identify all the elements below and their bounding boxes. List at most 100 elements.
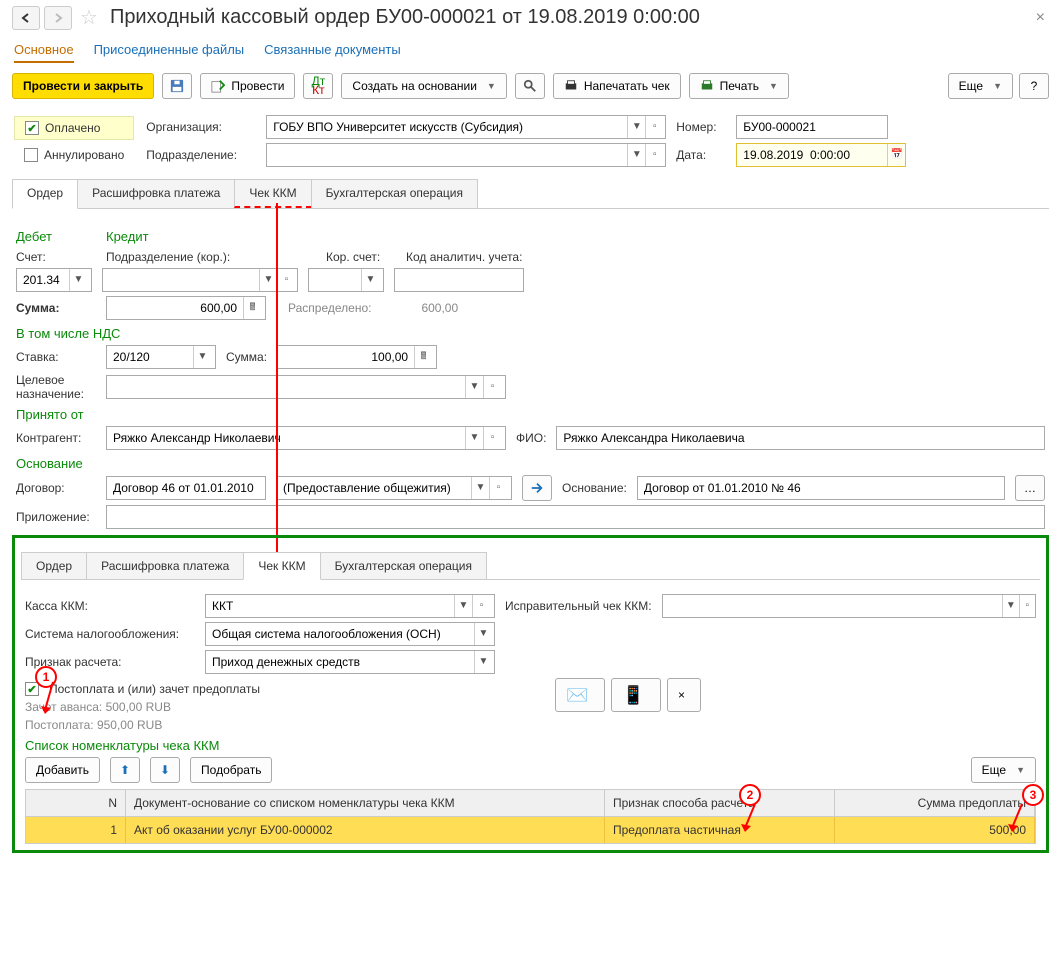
fio-field[interactable] bbox=[556, 426, 1045, 450]
print-check-button[interactable]: Напечатать чек bbox=[553, 73, 681, 99]
up-button[interactable]: ⬆ bbox=[110, 757, 140, 783]
coracct-label: Кор. счет: bbox=[326, 250, 396, 264]
tax-label: Система налогообложения: bbox=[25, 627, 195, 641]
more-button[interactable]: Еще▼ bbox=[948, 73, 1013, 99]
corr-label: Исправительный чек ККМ: bbox=[505, 599, 652, 613]
distrib-label: Распределено: bbox=[288, 301, 371, 315]
corr-field[interactable]: ▼▫ bbox=[662, 594, 1036, 618]
anal-label: Код аналитич. учета: bbox=[406, 250, 522, 264]
cordept-label: Подразделение (кор.): bbox=[106, 250, 276, 264]
table-more-button[interactable]: Еще▼ bbox=[971, 757, 1036, 783]
tab-related[interactable]: Связанные документы bbox=[264, 42, 401, 63]
kkm-frame: Ордер Расшифровка платежа Чек ККМ Бухгал… bbox=[12, 535, 1049, 853]
kassa-label: Касса ККМ: bbox=[25, 599, 195, 613]
tab2-kkm[interactable]: Чек ККМ bbox=[243, 552, 320, 580]
tax-field[interactable]: ▼ bbox=[205, 622, 495, 646]
tab-accounting[interactable]: Бухгалтерская операция bbox=[311, 179, 478, 208]
callout-1: 1 bbox=[35, 666, 57, 688]
main-tabs: Ордер Расшифровка платежа Чек ККМ Бухгал… bbox=[12, 179, 1049, 209]
basis-field[interactable] bbox=[637, 476, 1005, 500]
basis-label: Основание: bbox=[562, 481, 627, 495]
red-arrow-annotation bbox=[276, 203, 278, 573]
num-field[interactable] bbox=[736, 115, 888, 139]
help-button[interactable]: ? bbox=[1019, 73, 1049, 99]
pick-button[interactable]: Подобрать bbox=[190, 757, 272, 783]
rate-field[interactable]: ▼ bbox=[106, 345, 216, 369]
counter-field[interactable]: ▼▫ bbox=[106, 426, 506, 450]
postpay-label: Постоплата и (или) зачет предоплаты bbox=[49, 682, 260, 696]
close-button[interactable]: × bbox=[1032, 9, 1049, 27]
sms-button[interactable]: 📱 bbox=[611, 678, 661, 712]
tab-files[interactable]: Присоединенные файлы bbox=[94, 42, 245, 63]
kassa-field[interactable]: ▼▫ bbox=[205, 594, 495, 618]
paid-chip[interactable]: Оплачено bbox=[14, 116, 134, 140]
dtkt-button[interactable]: ДтКт bbox=[303, 73, 333, 99]
kkm-tabs: Ордер Расшифровка платежа Чек ККМ Бухгал… bbox=[21, 552, 1040, 580]
advance-info: Зачет аванса: 500,00 RUB bbox=[25, 700, 545, 714]
acct-field[interactable]: ▼ bbox=[16, 268, 92, 292]
goto-button[interactable] bbox=[522, 475, 552, 501]
basis-header: Основание bbox=[16, 456, 1045, 471]
sum-label: Сумма: bbox=[16, 301, 96, 315]
postpay-info: Постоплата: 950,00 RUB bbox=[25, 718, 545, 732]
tab-order[interactable]: Ордер bbox=[12, 179, 78, 209]
fio-label: ФИО: bbox=[516, 431, 546, 445]
email-button[interactable]: ✉️ bbox=[555, 678, 605, 712]
contract-type-field[interactable]: ▼▫ bbox=[276, 476, 512, 500]
nav-top: ☆ Приходный кассовый ордер БУ00-000021 о… bbox=[12, 5, 1049, 30]
toolbar: Провести и закрыть Провести ДтКт Создать… bbox=[12, 73, 1049, 99]
tab-main[interactable]: Основное bbox=[14, 42, 74, 63]
vatsum-label: Сумма: bbox=[226, 350, 267, 364]
basis-more-button[interactable]: … bbox=[1015, 475, 1045, 501]
coracct-field[interactable]: ▼ bbox=[308, 268, 384, 292]
vat-header: В том числе НДС bbox=[16, 326, 1045, 341]
tab2-order[interactable]: Ордер bbox=[21, 552, 87, 579]
post-close-button[interactable]: Провести и закрыть bbox=[12, 73, 154, 99]
save-button[interactable] bbox=[162, 73, 192, 99]
calendar-icon: 📅 bbox=[887, 144, 905, 166]
callout-3: 3 bbox=[1022, 784, 1044, 806]
search-button[interactable] bbox=[515, 73, 545, 99]
table-row[interactable]: 1 Акт об оказании услуг БУ00-000002 Пред… bbox=[26, 817, 1035, 843]
table-header: N Документ-основание со списком номенкла… bbox=[26, 790, 1035, 817]
callout-2: 2 bbox=[739, 784, 761, 806]
anal-field[interactable] bbox=[394, 268, 524, 292]
tab-kkm[interactable]: Чек ККМ bbox=[234, 179, 311, 208]
num-label: Номер: bbox=[676, 120, 726, 134]
nomen-table: N Документ-основание со списком номенкла… bbox=[25, 789, 1036, 844]
print-button[interactable]: Печать▼ bbox=[689, 73, 789, 99]
purpose-field[interactable]: ▼▫ bbox=[106, 375, 506, 399]
cordept-field[interactable]: ▼▫ bbox=[102, 268, 298, 292]
vatsum-field[interactable]: 🖩 bbox=[277, 345, 437, 369]
voided-chip[interactable]: Аннулировано bbox=[14, 144, 134, 166]
org-label: Организация: bbox=[146, 120, 256, 134]
distrib-value: 600,00 bbox=[421, 301, 458, 315]
dept-label: Подразделение: bbox=[146, 148, 256, 162]
favorite-icon[interactable]: ☆ bbox=[80, 5, 98, 30]
counter-label: Контрагент: bbox=[16, 431, 96, 445]
purpose-label: Целевое назначение: bbox=[16, 373, 96, 401]
back-button[interactable] bbox=[12, 6, 40, 30]
forward-button[interactable] bbox=[44, 6, 72, 30]
org-field[interactable]: ▼▫ bbox=[266, 115, 666, 139]
debit-header: Дебет bbox=[16, 229, 96, 244]
attach-field[interactable] bbox=[106, 505, 1045, 529]
post-button[interactable]: Провести bbox=[200, 73, 295, 99]
voided-checkbox bbox=[24, 148, 38, 162]
paid-checkbox bbox=[25, 121, 39, 135]
contract-field[interactable] bbox=[106, 476, 266, 500]
clear-button[interactable]: × bbox=[667, 678, 701, 712]
calc-field[interactable]: ▼ bbox=[205, 650, 495, 674]
down-button[interactable]: ⬇ bbox=[150, 757, 180, 783]
date-field[interactable]: 📅 bbox=[736, 143, 906, 167]
sum-field[interactable]: 🖩 bbox=[106, 296, 266, 320]
link-tabs: Основное Присоединенные файлы Связанные … bbox=[12, 36, 1049, 73]
date-label: Дата: bbox=[676, 148, 726, 162]
create-based-button[interactable]: Создать на основании▼ bbox=[341, 73, 506, 99]
dept-field[interactable]: ▼▫ bbox=[266, 143, 666, 167]
add-button[interactable]: Добавить bbox=[25, 757, 100, 783]
tab-payment[interactable]: Расшифровка платежа bbox=[77, 179, 235, 208]
tab2-payment[interactable]: Расшифровка платежа bbox=[86, 552, 244, 579]
contract-label: Договор: bbox=[16, 481, 96, 495]
tab2-accounting[interactable]: Бухгалтерская операция bbox=[320, 552, 487, 579]
